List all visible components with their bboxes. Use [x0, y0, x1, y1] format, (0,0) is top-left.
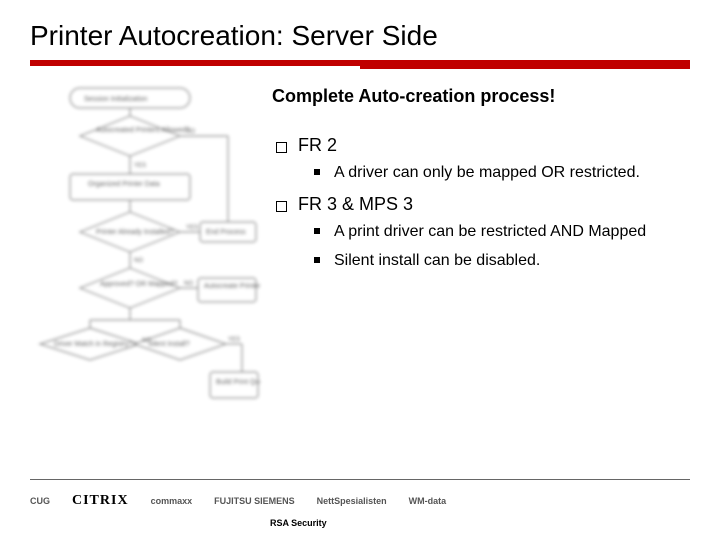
flow-node: Driver Match in Registry?: [54, 341, 133, 348]
flow-label-no: NO: [184, 281, 193, 287]
flowchart-wrap: Session Initialization Autocreated Print…: [30, 84, 260, 419]
flow-node: Silent Install?: [148, 341, 190, 348]
bullet-label: FR 3 & MPS 3: [298, 194, 413, 214]
content-area: Session Initialization Autocreated Print…: [30, 84, 690, 419]
footer-rsa: RSA Security: [270, 518, 690, 528]
flow-node: Autocreated Printers Allowed?: [96, 127, 190, 134]
logo-fujitsu: FUJITSU SIEMENS: [214, 496, 295, 506]
bullet-item: FR 2 A driver can only be mapped OR rest…: [272, 135, 690, 184]
logo-citrix: CITRIX: [72, 493, 129, 509]
flow-node: Approved? OR Mapped?: [100, 281, 178, 288]
sub-bullet: A driver can only be mapped OR restricte…: [308, 162, 690, 184]
flow-label-yes: YES: [134, 163, 146, 169]
flow-label-no: NO: [134, 258, 143, 264]
logo-cug: CUG: [30, 496, 50, 506]
slide-title: Printer Autocreation: Server Side: [30, 20, 690, 52]
bullet-list: FR 2 A driver can only be mapped OR rest…: [272, 135, 690, 272]
flow-node: Session Initialization: [84, 96, 148, 103]
text-column: Complete Auto-creation process! FR 2 A d…: [272, 84, 690, 419]
sub-bullet: A print driver can be restricted AND Map…: [308, 221, 690, 243]
logo-commaxx: commaxx: [151, 496, 193, 506]
logo-row: CUG CITRIX commaxx FUJITSU SIEMENS NettS…: [30, 486, 690, 516]
flow-label-no: NO: [186, 129, 195, 135]
flow-node: Build Print Queue: [216, 379, 260, 386]
flow-node: Printer Already Installed?: [96, 229, 174, 236]
flow-label-yes: YES: [228, 337, 240, 343]
slide-subtitle: Complete Auto-creation process!: [272, 86, 690, 107]
flow-node: Organized Printer Data: [88, 181, 160, 188]
sub-bullet: Silent install can be disabled.: [308, 250, 690, 272]
flow-label-yes: YES: [186, 225, 198, 231]
bullet-item: FR 3 & MPS 3 A print driver can be restr…: [272, 194, 690, 272]
slide: Printer Autocreation: Server Side: [0, 0, 720, 540]
flowchart: Session Initialization Autocreated Print…: [30, 84, 260, 414]
flow-node: End Process: [206, 229, 246, 236]
logo-wmdata: WM-data: [409, 496, 447, 506]
footer: CUG CITRIX commaxx FUJITSU SIEMENS NettS…: [30, 479, 690, 528]
bullet-label: FR 2: [298, 135, 337, 155]
logo-nett: NettSpesialisten: [317, 496, 387, 506]
divider-bar: [30, 60, 690, 70]
flow-node: Autocreate Printers?: [204, 283, 260, 290]
flow-label-no: NO: [142, 338, 151, 344]
